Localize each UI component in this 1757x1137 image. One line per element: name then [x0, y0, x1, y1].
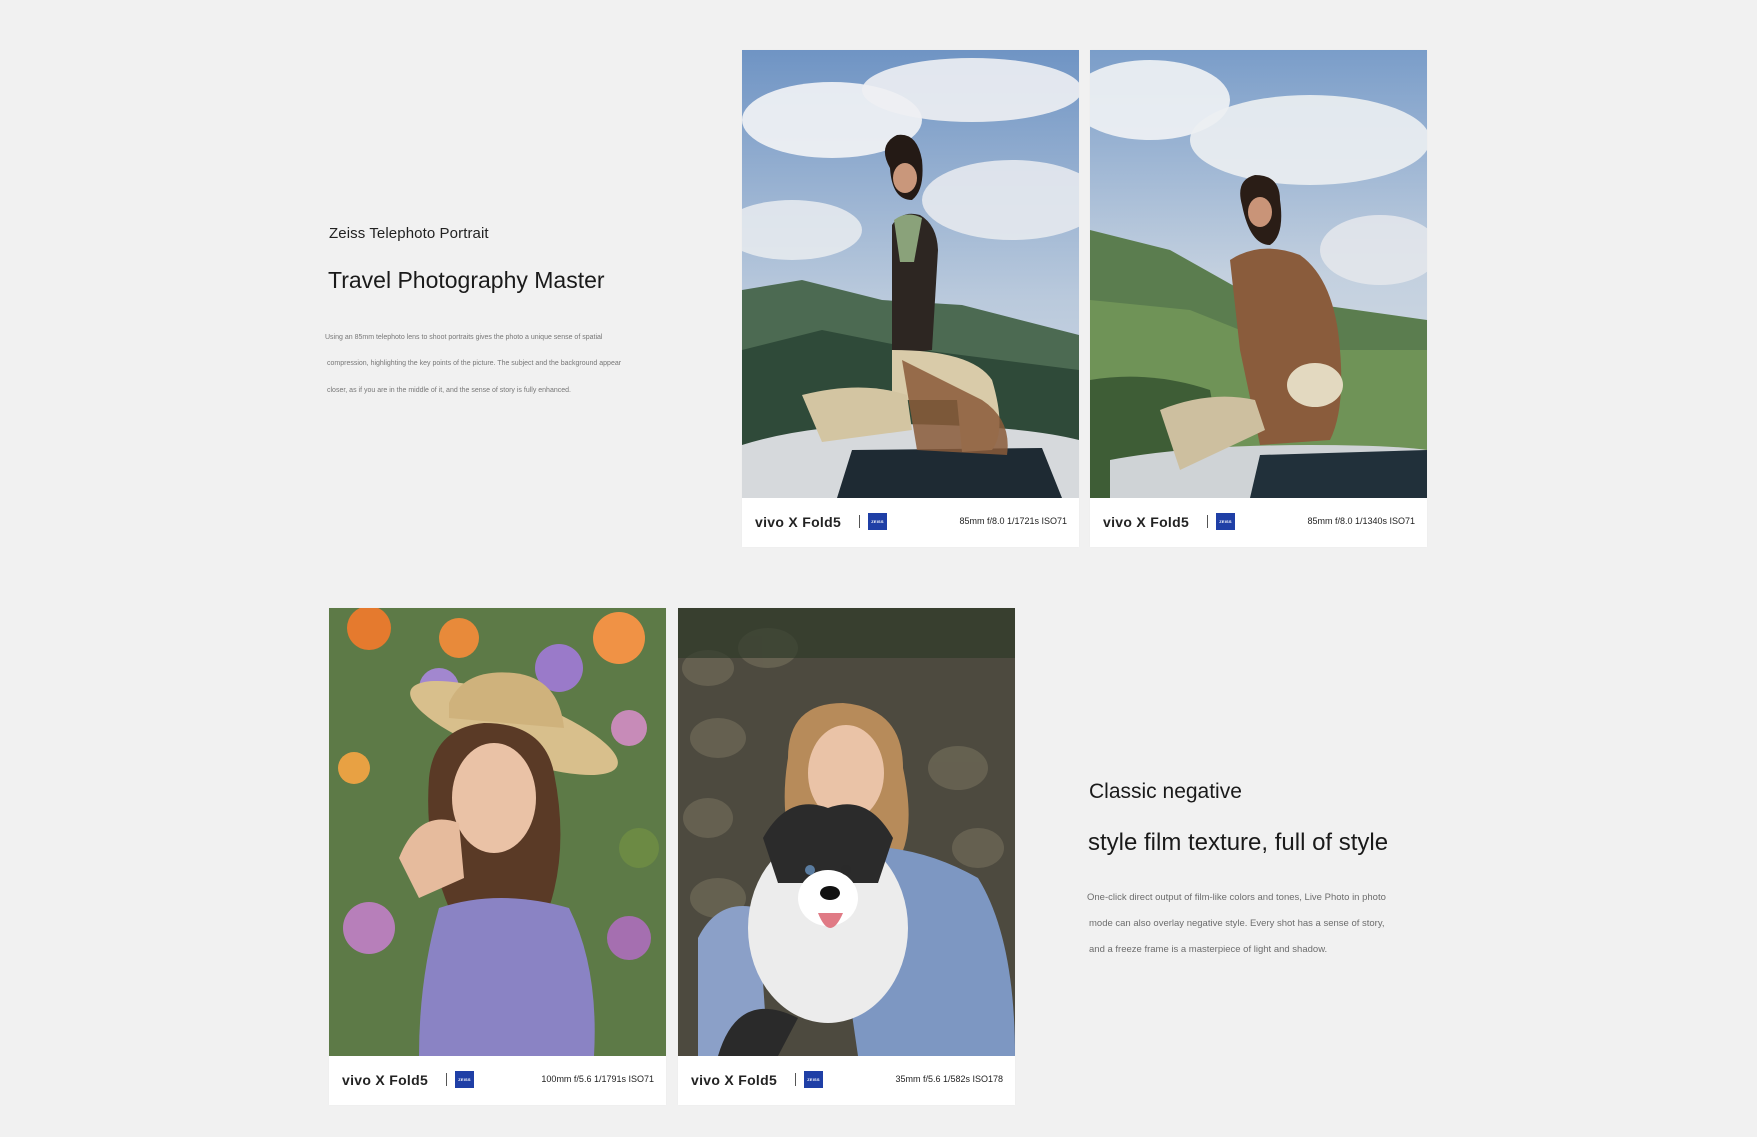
photo-card: vivo X Fold5 ZEISS 35mm f/5.6 1/582s ISO… — [678, 608, 1015, 1105]
photo-card: vivo X Fold5 ZEISS 85mm f/8.0 1/1721s IS… — [742, 50, 1079, 547]
section-body-line: mode can also overlay negative style. Ev… — [1089, 918, 1385, 929]
divider — [795, 1073, 796, 1086]
divider — [859, 515, 860, 528]
zeiss-logo-icon: ZEISS — [868, 513, 887, 530]
zeiss-logo-icon: ZEISS — [1216, 513, 1235, 530]
photo-caption: vivo X Fold5 ZEISS 100mm f/5.6 1/1791s I… — [329, 1056, 666, 1105]
woman-with-dog-image — [678, 608, 1015, 1056]
exif-info: 100mm f/5.6 1/1791s ISO71 — [541, 1074, 654, 1084]
section-body-line: and a freeze frame is a masterpiece of l… — [1089, 944, 1328, 955]
photo-card: vivo X Fold5 ZEISS 85mm f/8.0 1/1340s IS… — [1090, 50, 1427, 547]
exif-info: 85mm f/8.0 1/1721s ISO71 — [959, 516, 1067, 526]
woman-with-straw-hat-image — [329, 608, 666, 1056]
exif-info: 35mm f/5.6 1/582s ISO178 — [895, 1074, 1003, 1084]
zeiss-logo-icon: ZEISS — [804, 1071, 823, 1088]
section-headline: style film texture, full of style — [1088, 829, 1389, 856]
brand-label: vivo X Fold5 — [1103, 514, 1190, 530]
section-body-line: closer, as if you are in the middle of i… — [327, 387, 571, 394]
exif-info: 85mm f/8.0 1/1340s ISO71 — [1307, 516, 1415, 526]
brand-label: vivo X Fold5 — [342, 1072, 429, 1088]
section-eyebrow: Zeiss Telephoto Portrait — [329, 225, 489, 242]
zeiss-logo-icon: ZEISS — [455, 1071, 474, 1088]
woman-on-car-roof-image — [742, 50, 1079, 498]
photo-caption: vivo X Fold5 ZEISS 85mm f/8.0 1/1721s IS… — [742, 498, 1079, 547]
photo-caption: vivo X Fold5 ZEISS 35mm f/5.6 1/582s ISO… — [678, 1056, 1015, 1105]
divider — [1207, 515, 1208, 528]
divider — [446, 1073, 447, 1086]
section-body-line: One-click direct output of film-like col… — [1087, 892, 1386, 903]
section-body-line: compression, highlighting the key points… — [327, 360, 622, 367]
woman-in-jacket-image — [1090, 50, 1427, 498]
brand-label: vivo X Fold5 — [755, 514, 842, 530]
section-headline: Travel Photography Master — [328, 267, 605, 293]
photo-caption: vivo X Fold5 ZEISS 85mm f/8.0 1/1340s IS… — [1090, 498, 1427, 547]
section-body-line: Using an 85mm telephoto lens to shoot po… — [325, 334, 603, 341]
brand-label: vivo X Fold5 — [691, 1072, 778, 1088]
photo-card: vivo X Fold5 ZEISS 100mm f/5.6 1/1791s I… — [329, 608, 666, 1105]
section-headline: Classic negative — [1089, 780, 1242, 803]
